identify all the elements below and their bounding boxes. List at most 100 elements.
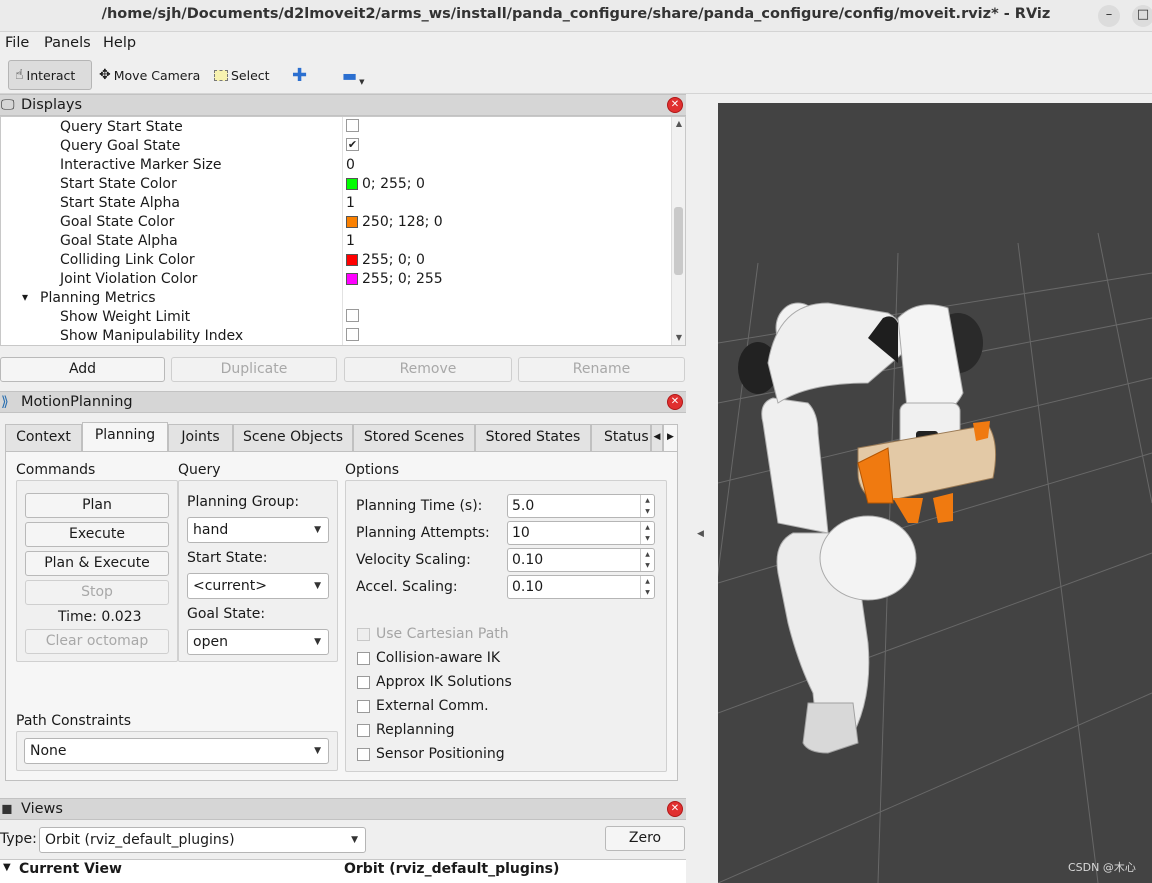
use-cartesian-path-checkbox[interactable]: Use Cartesian Path xyxy=(357,626,509,642)
property-row[interactable]: ▾ Planning Metrics xyxy=(1,289,673,308)
viewport-scene: CSDN @木心 xyxy=(718,232,1152,883)
property-value[interactable]: 250; 128; 0 xyxy=(346,214,443,230)
property-row[interactable]: Show Manipulability Index xyxy=(1,327,673,345)
property-row[interactable]: Colliding Link Color 255; 0; 0 xyxy=(1,251,673,270)
remove-display-button[interactable]: Remove xyxy=(344,357,512,382)
scrollbar-thumb[interactable] xyxy=(674,207,683,275)
3d-viewport[interactable]: CSDN @木心 xyxy=(718,103,1152,883)
views-tree[interactable]: ▼ Current View Orbit (rviz_default_plugi… xyxy=(0,859,686,883)
add-tool-button[interactable]: ✚ xyxy=(286,60,313,90)
views-type-select[interactable]: Orbit (rviz_default_plugins) ▼ xyxy=(39,827,366,853)
property-row[interactable]: Query Goal State ✔ xyxy=(1,137,673,156)
tab-stored-states[interactable]: Stored States xyxy=(475,424,591,451)
close-icon[interactable]: ✕ xyxy=(667,801,683,817)
planning-attempts-input[interactable]: 10 ▲ ▼ xyxy=(507,521,655,545)
accel-scaling-input[interactable]: 0.10 ▲ ▼ xyxy=(507,575,655,599)
spin-arrows-icon[interactable]: ▲ ▼ xyxy=(640,495,654,517)
property-value[interactable]: 255; 0; 0 xyxy=(346,252,425,268)
spin-arrows-icon[interactable]: ▲ ▼ xyxy=(640,522,654,544)
planning-group-select[interactable]: hand ▼ xyxy=(187,517,329,543)
tab-scene-objects[interactable]: Scene Objects xyxy=(233,424,353,451)
panel-splitter[interactable]: ◀ xyxy=(686,94,718,883)
displays-tree[interactable]: Query Start State Query Goal State ✔ Intera… xyxy=(0,116,686,346)
planning-time-label: Planning Time (s): xyxy=(356,498,483,514)
tab-planning[interactable]: Planning xyxy=(82,422,168,452)
property-row[interactable]: Start State Color 0; 255; 0 xyxy=(1,175,673,194)
property-row[interactable]: Show Weight Limit xyxy=(1,308,673,327)
checkbox-unchecked[interactable] xyxy=(346,309,359,322)
scroll-up-icon[interactable]: ▲ xyxy=(672,117,685,131)
clear-octomap-button[interactable]: Clear octomap xyxy=(25,629,169,654)
move-camera-tool-button[interactable]: ✥ Move Camera xyxy=(93,60,206,90)
displays-scrollbar[interactable]: ▲ ▼ xyxy=(671,117,685,345)
checkbox-checked[interactable]: ✔ xyxy=(346,138,359,151)
close-icon[interactable]: ✕ xyxy=(667,97,683,113)
property-value[interactable] xyxy=(346,119,359,132)
plan-execute-button[interactable]: Plan & Execute xyxy=(25,551,169,576)
expand-arrow-icon[interactable]: ▼ xyxy=(3,862,11,873)
collision-aware-ik-checkbox[interactable]: Collision-aware IK xyxy=(357,650,500,666)
stop-button[interactable]: Stop xyxy=(25,580,169,605)
plan-button[interactable]: Plan xyxy=(25,493,169,518)
velocity-scaling-input[interactable]: 0.10 ▲ ▼ xyxy=(507,548,655,572)
spin-arrows-icon[interactable]: ▲ ▼ xyxy=(640,576,654,598)
sensor-positioning-checkbox[interactable]: Sensor Positioning xyxy=(357,746,505,762)
tab-scroll-left-icon[interactable]: ◀ xyxy=(651,424,663,451)
checkbox-unchecked[interactable] xyxy=(346,119,359,132)
property-row[interactable]: Joint Violation Color 255; 0; 255 xyxy=(1,270,673,289)
spin-arrows-icon[interactable]: ▲ ▼ xyxy=(640,549,654,571)
expand-arrow-icon[interactable]: ▾ xyxy=(22,290,28,304)
interact-tool-button[interactable]: ☝ Interact xyxy=(8,60,92,90)
property-row[interactable]: Query Start State xyxy=(1,118,673,137)
tab-status[interactable]: Status xyxy=(591,424,651,451)
motion-planning-panel-header: ⟫ MotionPlanning ✕ xyxy=(0,391,686,413)
duplicate-display-button[interactable]: Duplicate xyxy=(171,357,337,382)
property-value[interactable]: 0; 255; 0 xyxy=(346,176,425,192)
minimize-button[interactable]: – xyxy=(1098,5,1120,27)
menu-panels[interactable]: Panels xyxy=(44,35,91,51)
start-state-select[interactable]: <current> ▼ xyxy=(187,573,329,599)
property-name: Goal State Alpha xyxy=(60,233,178,249)
replanning-checkbox[interactable]: Replanning xyxy=(357,722,454,738)
commands-label: Commands xyxy=(16,462,96,478)
planning-time-input[interactable]: 5.0 ▲ ▼ xyxy=(507,494,655,518)
planning-time-readout: Time: 0.023 xyxy=(58,609,142,625)
tab-joints[interactable]: Joints xyxy=(168,424,233,451)
collapse-arrow-icon[interactable]: ◀ xyxy=(697,529,704,539)
execute-button[interactable]: Execute xyxy=(25,522,169,547)
rename-display-button[interactable]: Rename xyxy=(518,357,685,382)
tab-scroll-right-icon[interactable]: ▶ xyxy=(663,424,678,451)
remove-tool-button[interactable]: ▬ ▼ xyxy=(336,60,371,90)
property-value[interactable]: 255; 0; 255 xyxy=(346,271,443,287)
property-row[interactable]: Goal State Alpha 1 xyxy=(1,232,673,251)
property-name: Show Weight Limit xyxy=(60,309,191,325)
scroll-down-icon[interactable]: ▼ xyxy=(672,331,685,345)
property-row[interactable]: Goal State Color 250; 128; 0 xyxy=(1,213,673,232)
tab-context[interactable]: Context xyxy=(5,424,82,451)
maximize-button[interactable]: □ xyxy=(1132,5,1152,27)
approx-ik-checkbox[interactable]: Approx IK Solutions xyxy=(357,674,512,690)
external-comm-checkbox[interactable]: External Comm. xyxy=(357,698,489,714)
add-display-button[interactable]: Add xyxy=(0,357,165,382)
property-value[interactable] xyxy=(346,309,359,322)
property-row[interactable]: Start State Alpha 1 xyxy=(1,194,673,213)
menu-file[interactable]: File xyxy=(5,35,29,51)
views-type-label: Type: xyxy=(0,831,37,847)
property-value[interactable]: 1 xyxy=(346,195,355,211)
collision-aware-ik-label: Collision-aware IK xyxy=(376,650,501,666)
menu-help[interactable]: Help xyxy=(103,35,136,51)
property-value[interactable] xyxy=(346,328,359,341)
close-icon[interactable]: ✕ xyxy=(667,394,683,410)
property-row[interactable]: Interactive Marker Size 0 xyxy=(1,156,673,175)
property-value[interactable]: 1 xyxy=(346,233,355,249)
zero-button[interactable]: Zero xyxy=(605,826,685,851)
property-value[interactable]: ✔ xyxy=(346,138,359,151)
color-value: 250; 128; 0 xyxy=(362,214,443,230)
tab-stored-scenes[interactable]: Stored Scenes xyxy=(353,424,475,451)
goal-state-select[interactable]: open ▼ xyxy=(187,629,329,655)
select-tool-button[interactable]: Select xyxy=(208,60,276,90)
path-constraints-select[interactable]: None ▼ xyxy=(24,738,329,764)
property-value[interactable]: 0 xyxy=(346,157,355,173)
select-label: Select xyxy=(231,67,270,83)
checkbox-unchecked[interactable] xyxy=(346,328,359,341)
